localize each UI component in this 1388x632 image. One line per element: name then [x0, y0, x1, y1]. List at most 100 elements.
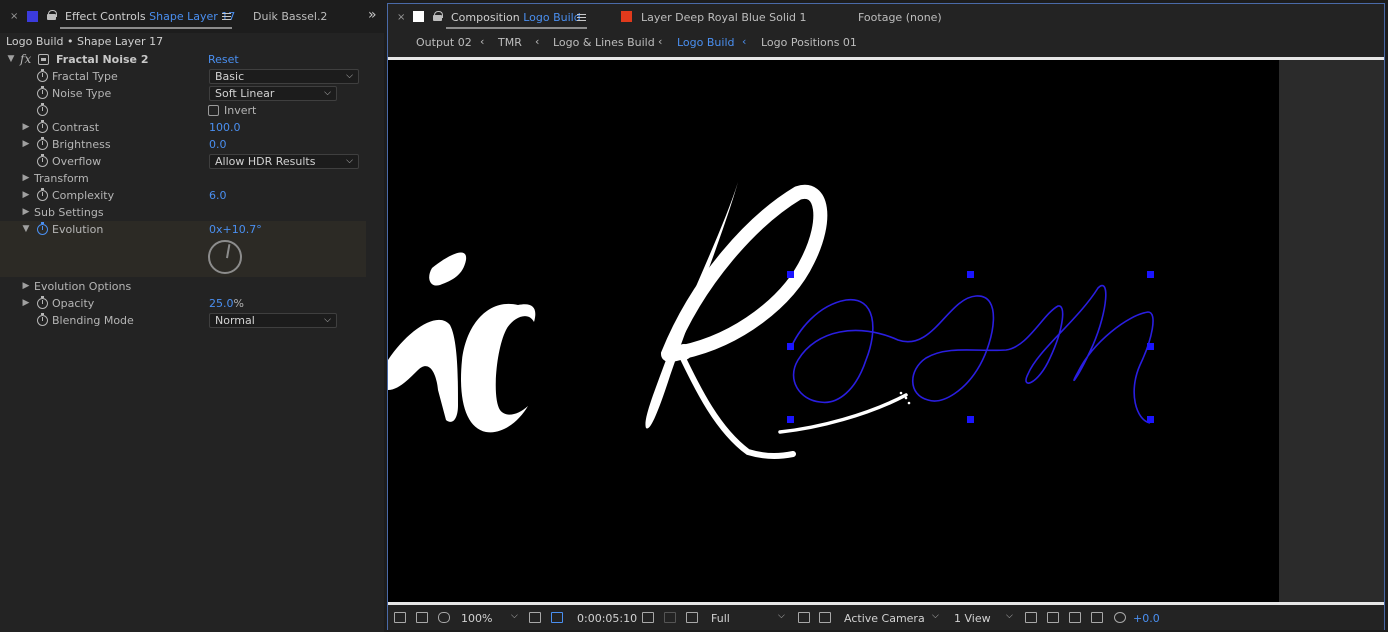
crumb-tmr[interactable]: TMR — [498, 36, 522, 49]
reset-exposure-icon[interactable] — [1114, 612, 1126, 623]
chevron-down-icon[interactable]: ⌵ — [511, 611, 518, 621]
evolution-angle-dial[interactable] — [208, 240, 242, 274]
collapse-arrow-icon[interactable]: ▼ — [6, 53, 16, 65]
stroke-dot — [899, 391, 903, 395]
zoom-level[interactable]: 100% — [461, 612, 492, 625]
stopwatch-icon[interactable] — [37, 137, 48, 150]
stopwatch-icon[interactable] — [37, 103, 48, 116]
monitor-icon[interactable] — [416, 612, 428, 623]
handle-bottom-left — [787, 416, 794, 423]
tab-layer[interactable]: Layer Deep Royal Blue Solid 1 — [641, 11, 806, 24]
prop-group-transform[interactable]: ▶ Transform — [0, 170, 366, 187]
tab-footage[interactable]: Footage (none) — [858, 11, 942, 24]
prop-row-noise-type: Noise Type Soft Linear ⌵ — [0, 85, 366, 102]
expand-arrow-icon[interactable]: ▶ — [21, 206, 31, 218]
contrast-value[interactable]: 100.0 — [209, 121, 241, 134]
resolution[interactable]: Full — [711, 612, 730, 625]
collapse-arrow-icon[interactable]: ▼ — [21, 223, 31, 235]
crumb-logo-positions-01[interactable]: Logo Positions 01 — [761, 36, 857, 49]
prop-group-evolution-options[interactable]: ▶ Evolution Options — [0, 278, 366, 295]
noise-type-dropdown[interactable]: Soft Linear ⌵ — [209, 86, 337, 101]
stopwatch-icon[interactable] — [37, 154, 48, 167]
composition-viewer[interactable] — [388, 57, 1384, 605]
opacity-unit: % — [233, 297, 244, 310]
expand-arrow-icon[interactable]: ▶ — [21, 138, 31, 150]
chevron-down-icon[interactable]: ⌵ — [1006, 611, 1013, 621]
mask-visibility-icon[interactable] — [438, 612, 450, 623]
handle-top-left — [787, 271, 794, 278]
expand-arrow-icon[interactable]: ▶ — [21, 297, 31, 309]
channel-icon[interactable] — [686, 612, 698, 623]
view-layout[interactable]: 1 View — [954, 612, 991, 625]
chevron-down-icon[interactable]: ⌵ — [778, 611, 785, 621]
expand-arrow-icon[interactable]: ▶ — [21, 280, 31, 292]
prop-label: Brightness — [52, 138, 111, 151]
overflow-dropdown[interactable]: Allow HDR Results ⌵ — [209, 154, 359, 169]
stopwatch-icon[interactable] — [37, 69, 48, 82]
timeline-icon[interactable] — [1069, 612, 1081, 623]
camera-view[interactable]: Active Camera — [844, 612, 925, 625]
panel-menu-icon[interactable] — [577, 14, 586, 21]
transparency-grid-icon[interactable] — [551, 612, 563, 623]
group-label: Sub Settings — [34, 206, 104, 219]
toggle-transparency-icon[interactable] — [819, 612, 831, 623]
blending-mode-dropdown[interactable]: Normal ⌵ — [209, 313, 337, 328]
crumb-logo-lines-build[interactable]: Logo & Lines Build — [553, 36, 655, 49]
region-of-interest-icon[interactable] — [798, 612, 810, 623]
fast-previews-icon[interactable] — [1047, 612, 1059, 623]
stopwatch-icon[interactable] — [37, 86, 48, 99]
close-tab-icon[interactable]: × — [397, 12, 405, 23]
effect-header-row[interactable]: ▼ fx Fractal Noise 2 Reset — [0, 51, 366, 68]
show-snapshot-icon[interactable] — [664, 612, 676, 623]
pixel-aspect-icon[interactable] — [1025, 612, 1037, 623]
prop-row-brightness: ▶ Brightness 0.0 — [0, 136, 366, 153]
crumb-logo-build[interactable]: Logo Build — [677, 36, 735, 49]
stroke-dot — [904, 396, 908, 400]
expand-arrow-icon[interactable]: ▶ — [21, 172, 31, 184]
tab-effect-controls[interactable]: Effect Controls Shape Layer 17 — [65, 10, 235, 23]
tab-composition[interactable]: Composition Logo Build — [451, 11, 581, 24]
composition-canvas[interactable] — [388, 60, 1279, 602]
chevron-left-icon: ‹ — [742, 35, 747, 48]
stopwatch-icon[interactable] — [37, 313, 48, 326]
crumb-output-02[interactable]: Output 02 — [416, 36, 472, 49]
chevron-down-icon: ⌵ — [346, 156, 353, 166]
stopwatch-icon[interactable] — [37, 120, 48, 133]
exposure-value[interactable]: +0.0 — [1133, 612, 1160, 625]
panel-menu-icon[interactable] — [222, 13, 231, 20]
expand-arrow-icon[interactable]: ▶ — [21, 189, 31, 201]
expand-arrow-icon[interactable]: ▶ — [21, 121, 31, 133]
group-label: Evolution Options — [34, 280, 132, 293]
effect-preset-icon[interactable] — [38, 54, 49, 65]
bounding-box-handles — [787, 271, 1154, 423]
active-tab-underline — [446, 27, 587, 29]
prop-label: Noise Type — [52, 87, 112, 100]
prop-label: Overflow — [52, 155, 102, 168]
fractal-type-dropdown[interactable]: Basic ⌵ — [209, 69, 359, 84]
tab-duik-bassel[interactable]: Duik Bassel.2 — [253, 10, 327, 23]
prop-row-blending-mode: Blending Mode Normal ⌵ — [0, 312, 366, 329]
stopwatch-icon[interactable] — [37, 188, 48, 201]
grid-guides-icon[interactable] — [529, 612, 541, 623]
always-preview-icon[interactable] — [394, 612, 406, 623]
opacity-value[interactable]: 25.0% — [209, 297, 244, 310]
reset-link[interactable]: Reset — [208, 53, 239, 66]
panel-overflow-icon[interactable]: » — [368, 7, 377, 23]
complexity-value[interactable]: 6.0 — [209, 189, 227, 202]
invert-checkbox[interactable] — [208, 105, 219, 116]
prop-group-sub-settings[interactable]: ▶ Sub Settings — [0, 204, 366, 221]
flowchart-icon[interactable] — [1091, 612, 1103, 623]
handle-top-center — [967, 271, 974, 278]
fx-toggle-icon[interactable]: fx — [20, 52, 31, 66]
lock-icon[interactable] — [47, 10, 57, 20]
snapshot-camera-icon[interactable] — [642, 612, 654, 623]
handle-bottom-center — [967, 416, 974, 423]
stopwatch-icon[interactable] — [37, 296, 48, 309]
stopwatch-active-icon[interactable] — [37, 222, 48, 235]
chevron-down-icon[interactable]: ⌵ — [932, 611, 939, 621]
timecode[interactable]: 0:00:05:10 — [577, 612, 637, 625]
brightness-value[interactable]: 0.0 — [209, 138, 227, 151]
evolution-value[interactable]: 0x+10.7° — [209, 223, 262, 236]
close-tab-icon[interactable]: × — [10, 11, 18, 22]
lock-icon[interactable] — [433, 11, 443, 21]
